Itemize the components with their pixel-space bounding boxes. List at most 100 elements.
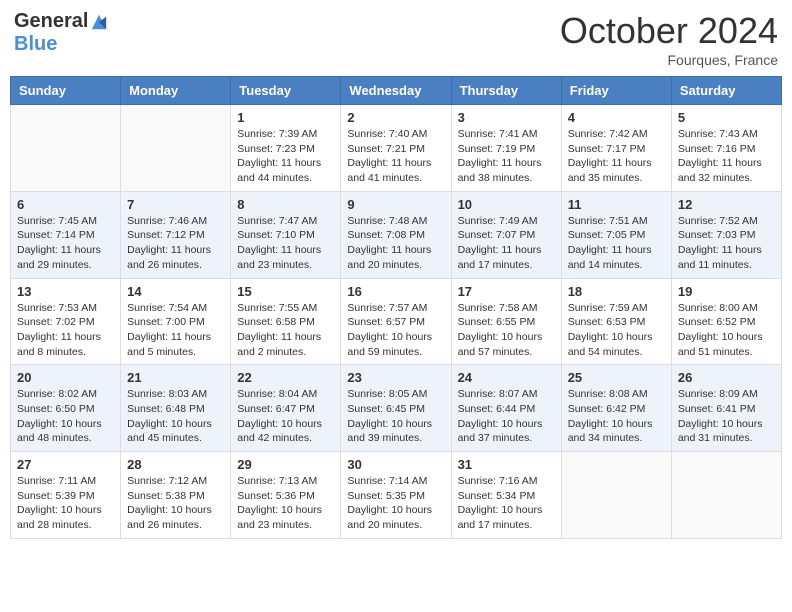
day-number: 22	[237, 370, 334, 385]
calendar-header-row: SundayMondayTuesdayWednesdayThursdayFrid…	[11, 77, 782, 105]
calendar-cell: 12 Sunrise: 7:52 AM Sunset: 7:03 PM Dayli…	[671, 191, 781, 278]
calendar-cell: 17 Sunrise: 7:58 AM Sunset: 6:55 PM Dayli…	[451, 278, 561, 365]
calendar-cell: 6 Sunrise: 7:45 AM Sunset: 7:14 PM Daylig…	[11, 191, 121, 278]
day-number: 16	[347, 284, 444, 299]
day-number: 18	[568, 284, 665, 299]
calendar-cell: 4Sunrise: 7:42 AM Sunset: 7:17 PM Daylig…	[561, 105, 671, 192]
column-header-wednesday: Wednesday	[341, 77, 451, 105]
calendar-cell: 10 Sunrise: 7:49 AM Sunset: 7:07 PM Dayli…	[451, 191, 561, 278]
month-title: October 2024	[560, 10, 778, 52]
day-number: 2	[347, 110, 444, 125]
day-info: Sunrise: 7:41 AM Sunset: 7:19 PM Dayligh…	[458, 127, 555, 186]
column-header-tuesday: Tuesday	[231, 77, 341, 105]
day-number: 9	[347, 197, 444, 212]
day-info: Sunrise: 7:57 AM Sunset: 6:57 PM Dayligh…	[347, 301, 444, 360]
calendar-cell: 14 Sunrise: 7:54 AM Sunset: 7:00 PM Dayli…	[121, 278, 231, 365]
calendar-cell: 15 Sunrise: 7:55 AM Sunset: 6:58 PM Dayli…	[231, 278, 341, 365]
day-number: 6	[17, 197, 114, 212]
day-number: 17	[458, 284, 555, 299]
day-number: 27	[17, 457, 114, 472]
day-number: 1	[237, 110, 334, 125]
day-number: 31	[458, 457, 555, 472]
calendar-week-row: 20Sunrise: 8:02 AM Sunset: 6:50 PM Dayli…	[11, 365, 782, 452]
day-info: Sunrise: 7:13 AM Sunset: 5:36 PM Dayligh…	[237, 474, 334, 533]
calendar-cell: 9 Sunrise: 7:48 AM Sunset: 7:08 PM Daylig…	[341, 191, 451, 278]
day-number: 10	[458, 197, 555, 212]
day-number: 13	[17, 284, 114, 299]
day-number: 15	[237, 284, 334, 299]
day-info: Sunrise: 7:52 AM Sunset: 7:03 PM Dayligh…	[678, 214, 775, 273]
day-info: Sunrise: 7:42 AM Sunset: 7:17 PM Dayligh…	[568, 127, 665, 186]
calendar-cell	[671, 452, 781, 539]
day-number: 26	[678, 370, 775, 385]
day-info: Sunrise: 7:12 AM Sunset: 5:38 PM Dayligh…	[127, 474, 224, 533]
day-number: 25	[568, 370, 665, 385]
column-header-saturday: Saturday	[671, 77, 781, 105]
calendar-week-row: 6 Sunrise: 7:45 AM Sunset: 7:14 PM Daylig…	[11, 191, 782, 278]
day-info: Sunrise: 7:54 AM Sunset: 7:00 PM Dayligh…	[127, 301, 224, 360]
day-number: 3	[458, 110, 555, 125]
calendar-cell: 1 Sunrise: 7:39 AM Sunset: 7:23 PM Daylig…	[231, 105, 341, 192]
day-info: Sunrise: 7:11 AM Sunset: 5:39 PM Dayligh…	[17, 474, 114, 533]
calendar-cell: 5Sunrise: 7:43 AM Sunset: 7:16 PM Daylig…	[671, 105, 781, 192]
calendar-cell: 2 Sunrise: 7:40 AM Sunset: 7:21 PM Daylig…	[341, 105, 451, 192]
calendar-cell: 29 Sunrise: 7:13 AM Sunset: 5:36 PM Dayli…	[231, 452, 341, 539]
calendar-cell: 28 Sunrise: 7:12 AM Sunset: 5:38 PM Dayli…	[121, 452, 231, 539]
day-number: 8	[237, 197, 334, 212]
calendar-cell: 30 Sunrise: 7:14 AM Sunset: 5:35 PM Dayli…	[341, 452, 451, 539]
day-info: Sunrise: 7:59 AM Sunset: 6:53 PM Dayligh…	[568, 301, 665, 360]
day-info: Sunrise: 7:40 AM Sunset: 7:21 PM Dayligh…	[347, 127, 444, 186]
calendar-cell: 16 Sunrise: 7:57 AM Sunset: 6:57 PM Dayli…	[341, 278, 451, 365]
calendar-cell: 26Sunrise: 8:09 AM Sunset: 6:41 PM Dayli…	[671, 365, 781, 452]
calendar-cell: 3 Sunrise: 7:41 AM Sunset: 7:19 PM Daylig…	[451, 105, 561, 192]
day-info: Sunrise: 7:14 AM Sunset: 5:35 PM Dayligh…	[347, 474, 444, 533]
day-info: Sunrise: 7:47 AM Sunset: 7:10 PM Dayligh…	[237, 214, 334, 273]
calendar-table: SundayMondayTuesdayWednesdayThursdayFrid…	[10, 76, 782, 539]
calendar-week-row: 27 Sunrise: 7:11 AM Sunset: 5:39 PM Dayli…	[11, 452, 782, 539]
logo: General Blue	[14, 10, 108, 56]
day-number: 14	[127, 284, 224, 299]
page-header: General Blue October 2024 Fourques, Fran…	[10, 10, 782, 68]
day-number: 12	[678, 197, 775, 212]
calendar-cell	[561, 452, 671, 539]
calendar-cell: 7 Sunrise: 7:46 AM Sunset: 7:12 PM Daylig…	[121, 191, 231, 278]
calendar-cell: 20Sunrise: 8:02 AM Sunset: 6:50 PM Dayli…	[11, 365, 121, 452]
day-info: Sunrise: 7:53 AM Sunset: 7:02 PM Dayligh…	[17, 301, 114, 360]
day-info: Sunrise: 7:46 AM Sunset: 7:12 PM Dayligh…	[127, 214, 224, 273]
calendar-cell: 19 Sunrise: 8:00 AM Sunset: 6:52 PM Dayli…	[671, 278, 781, 365]
calendar-cell: 25 Sunrise: 8:08 AM Sunset: 6:42 PM Dayli…	[561, 365, 671, 452]
logo-blue-text: Blue	[14, 33, 57, 56]
day-info: Sunrise: 7:49 AM Sunset: 7:07 PM Dayligh…	[458, 214, 555, 273]
day-info: Sunrise: 8:02 AM Sunset: 6:50 PM Dayligh…	[17, 387, 114, 446]
day-info: Sunrise: 7:39 AM Sunset: 7:23 PM Dayligh…	[237, 127, 334, 186]
day-info: Sunrise: 7:55 AM Sunset: 6:58 PM Dayligh…	[237, 301, 334, 360]
day-number: 7	[127, 197, 224, 212]
day-number: 30	[347, 457, 444, 472]
logo-icon	[90, 13, 108, 31]
day-info: Sunrise: 7:48 AM Sunset: 7:08 PM Dayligh…	[347, 214, 444, 273]
column-header-thursday: Thursday	[451, 77, 561, 105]
day-info: Sunrise: 7:45 AM Sunset: 7:14 PM Dayligh…	[17, 214, 114, 273]
day-number: 28	[127, 457, 224, 472]
column-header-sunday: Sunday	[11, 77, 121, 105]
day-info: Sunrise: 7:16 AM Sunset: 5:34 PM Dayligh…	[458, 474, 555, 533]
calendar-cell: 23 Sunrise: 8:05 AM Sunset: 6:45 PM Dayli…	[341, 365, 451, 452]
day-info: Sunrise: 8:05 AM Sunset: 6:45 PM Dayligh…	[347, 387, 444, 446]
day-info: Sunrise: 7:58 AM Sunset: 6:55 PM Dayligh…	[458, 301, 555, 360]
day-info: Sunrise: 8:03 AM Sunset: 6:48 PM Dayligh…	[127, 387, 224, 446]
column-header-monday: Monday	[121, 77, 231, 105]
calendar-cell	[121, 105, 231, 192]
day-info: Sunrise: 8:00 AM Sunset: 6:52 PM Dayligh…	[678, 301, 775, 360]
day-info: Sunrise: 8:07 AM Sunset: 6:44 PM Dayligh…	[458, 387, 555, 446]
calendar-cell: 21 Sunrise: 8:03 AM Sunset: 6:48 PM Dayli…	[121, 365, 231, 452]
calendar-cell: 18 Sunrise: 7:59 AM Sunset: 6:53 PM Dayli…	[561, 278, 671, 365]
day-info: Sunrise: 8:08 AM Sunset: 6:42 PM Dayligh…	[568, 387, 665, 446]
calendar-cell: 11Sunrise: 7:51 AM Sunset: 7:05 PM Dayli…	[561, 191, 671, 278]
day-number: 5	[678, 110, 775, 125]
day-number: 29	[237, 457, 334, 472]
day-number: 19	[678, 284, 775, 299]
day-number: 21	[127, 370, 224, 385]
calendar-cell: 27 Sunrise: 7:11 AM Sunset: 5:39 PM Dayli…	[11, 452, 121, 539]
day-number: 23	[347, 370, 444, 385]
calendar-cell: 22Sunrise: 8:04 AM Sunset: 6:47 PM Dayli…	[231, 365, 341, 452]
